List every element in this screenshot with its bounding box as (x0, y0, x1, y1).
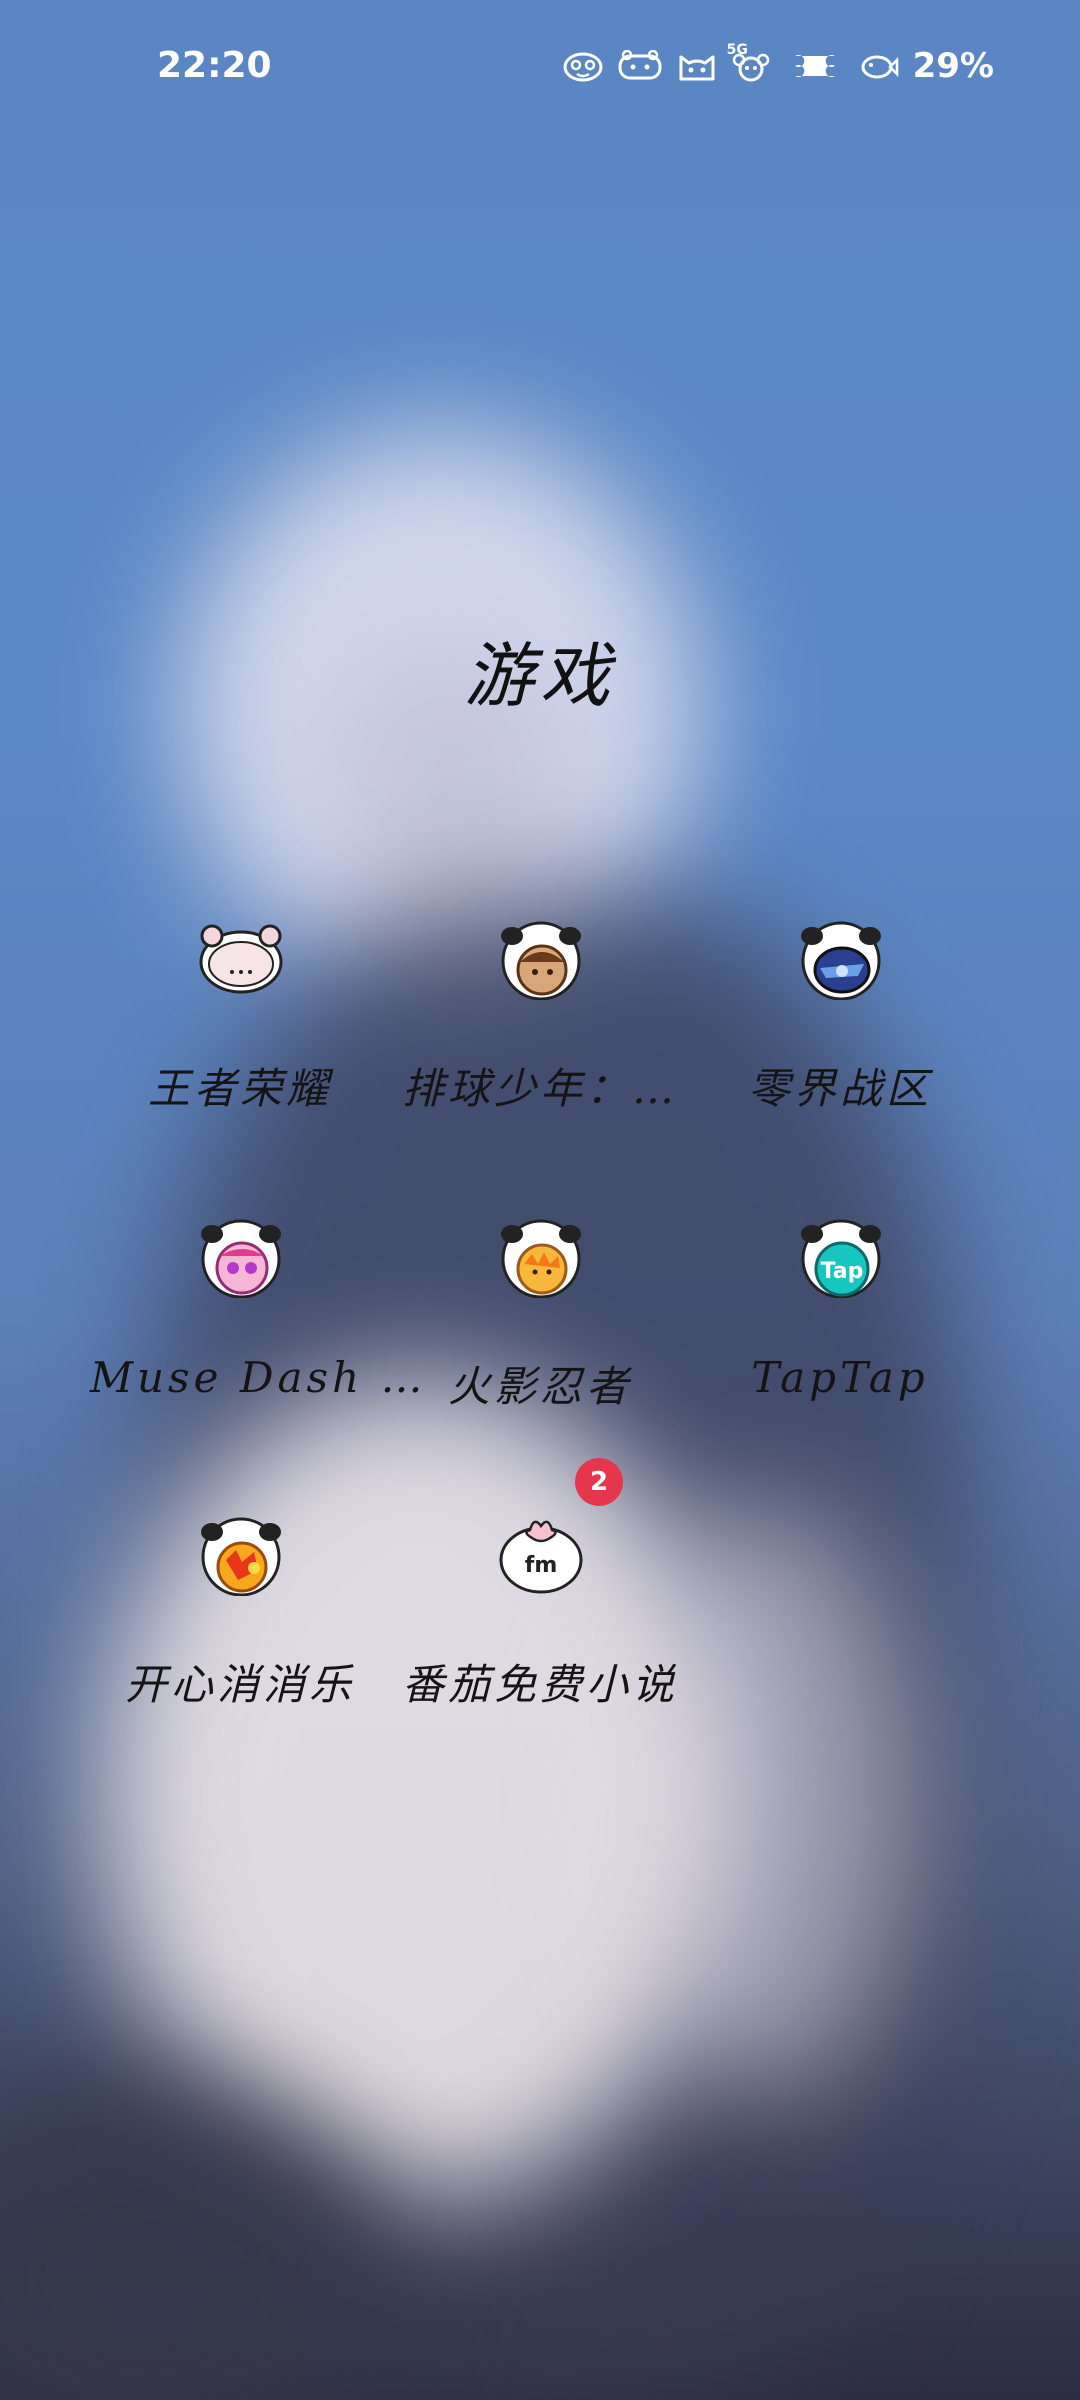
status-icons: 5G 29% (563, 42, 994, 86)
folder-title[interactable]: 游戏 (0, 620, 1080, 721)
signal-5g-icon: 5G (727, 42, 771, 82)
app-label: TapTap (751, 1353, 929, 1402)
app-label: Muse Dash … (90, 1353, 427, 1402)
app-happy-match[interactable]: 开心消消乐 (90, 1496, 390, 1756)
muse-dash-puppy-sticker-icon (198, 1212, 284, 1299)
sticker-vibrate-icon (617, 50, 663, 82)
app-wangzhe[interactable]: 王者荣耀 (90, 900, 390, 1160)
naruto-puppy-sticker-icon (498, 1212, 584, 1299)
app-label: 排球少年：… (401, 1064, 678, 1113)
sticker-fish-icon (859, 51, 899, 81)
app-naruto[interactable]: 火影忍者 (390, 1198, 690, 1458)
clock: 22:20 (157, 45, 272, 86)
fanqie-novel-fm-icon: fm (498, 1510, 584, 1596)
svg-text:fm: fm (525, 1553, 558, 1578)
pig-sticker-icon (198, 914, 284, 1000)
battery-percentage: 29% (912, 46, 994, 86)
app-fanqie-novel[interactable]: 2 fm 番茄免费小说 (390, 1458, 690, 1756)
zero-zone-puppy-sticker-icon (798, 914, 884, 1001)
app-haikyu[interactable]: 排球少年：… (390, 900, 690, 1160)
app-label: 开心消消乐 (124, 1660, 355, 1709)
app-label: 王者荣耀 (147, 1064, 332, 1113)
app-taptap[interactable]: Tap TapTap (690, 1198, 990, 1458)
battery-bone-icon (785, 50, 845, 82)
notification-badge: 2 (575, 1458, 623, 1506)
app-label: 零界战区 (747, 1064, 932, 1113)
app-lingjie[interactable]: 零界战区 (690, 900, 990, 1160)
haikyu-puppy-sticker-icon (498, 914, 584, 1001)
app-label: 火影忍者 (447, 1362, 632, 1411)
sticker-wifi-cat-icon (677, 49, 717, 83)
taptap-puppy-sticker-icon: Tap (798, 1212, 884, 1299)
happy-match-puppy-sticker-icon (198, 1510, 284, 1597)
status-bar: 22:20 5G 29% (0, 0, 1080, 140)
app-muse-dash[interactable]: Muse Dash … (90, 1198, 427, 1458)
svg-text:Tap: Tap (821, 1259, 864, 1284)
app-label: 番茄免费小说 (401, 1660, 678, 1709)
sticker-alarm-icon (563, 50, 603, 82)
